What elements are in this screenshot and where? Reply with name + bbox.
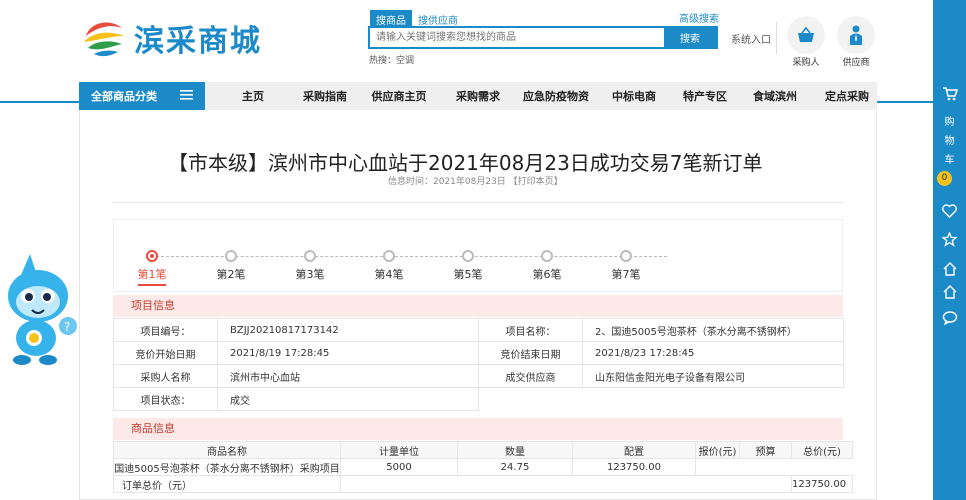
main-nav: 全部商品分类 主页 采购指南 供应商主页 采购需求 应急防疫物资 中标电商 特产… (79, 82, 877, 110)
system-entry-link[interactable]: 系统入口 (731, 31, 771, 46)
step-1[interactable]: 第1笔 (132, 250, 172, 286)
all-categories-button[interactable]: 全部商品分类 (79, 82, 205, 110)
page-title: 【市本级】滨州市中心血站于2021年08月23日成功交易7笔新订单 (168, 151, 763, 175)
cart-icon[interactable] (933, 86, 966, 105)
step-label: 第4笔 (374, 268, 404, 281)
person-icon (837, 16, 875, 54)
table-row: 采购人名称 滨州市中心血站 成交供应商 山东阳信金阳光电子设备有限公司 (113, 364, 844, 388)
nav-item-guide[interactable]: 采购指南 (277, 88, 349, 104)
nav-item-ecommerce[interactable]: 中标电商 (595, 88, 665, 104)
table-value: 2021/8/23 17:28:45 (582, 341, 844, 365)
divider (776, 22, 777, 54)
table-key: 项目编号： (113, 318, 218, 342)
svg-text:?: ? (64, 320, 70, 334)
table-row: 订单总价（元） 123750.00 (113, 475, 854, 493)
logo-icon (82, 16, 126, 60)
heart-icon[interactable] (933, 204, 966, 221)
info-time[interactable]: 信息时间：2021年08月23日 【打印本页】 (388, 174, 563, 187)
divider (112, 202, 843, 203)
buyer-label: 采购人 (792, 58, 820, 68)
order-total-label: 订单总价（元） (113, 475, 341, 493)
goods-table: 商品名称 计量单位 数量 配置 报价(元) 预算 总价(元) 国迪5005号泡茶… (113, 441, 854, 493)
right-sidebar: 购 物 车 (933, 0, 966, 500)
step-label: 第1笔 (137, 268, 167, 281)
supplier-entry[interactable]: 供应商 (834, 16, 878, 68)
table-value: 滨州市中心血站 (217, 364, 479, 388)
table-row: 项目编号： BZJJ20210817173142 项目名称： 2、国迪5005号… (113, 318, 844, 342)
table-value: 山东阳信金阳光电子设备有限公司 (582, 364, 844, 388)
step-label: 第5笔 (453, 268, 483, 281)
table-key: 竞价结束日期 (478, 341, 583, 365)
order-total-value: 123750.00 (790, 475, 854, 493)
cart-label[interactable]: 购 物 车 (933, 113, 966, 170)
table-header-row: 商品名称 计量单位 数量 配置 报价(元) 预算 总价(元) (113, 441, 854, 459)
column-header: 计量单位 (340, 441, 458, 459)
hot-words[interactable]: 热搜：空调 (369, 53, 414, 66)
step-2[interactable]: 第2笔 (211, 250, 251, 282)
menu-icon (180, 89, 193, 103)
logo-text: 滨采商城 (134, 24, 262, 59)
step-4[interactable]: 第4笔 (369, 250, 409, 282)
cart-count-badge: 0 (937, 171, 952, 186)
nav-item-fixed-purchase[interactable]: 定点采购 (807, 88, 877, 104)
supplier-label: 供应商 (842, 58, 870, 68)
table-value: 2、国迪5005号泡茶杯（茶水分离不锈钢杯） (582, 318, 844, 342)
mascot-image[interactable]: ? (0, 252, 80, 372)
step-label: 第7笔 (611, 268, 641, 281)
project-info-table: 项目编号： BZJJ20210817173142 项目名称： 2、国迪5005号… (113, 318, 844, 411)
goods-name: 国迪5005号泡茶杯（茶水分离不锈钢杯）采购项目 (113, 458, 341, 476)
home-icon[interactable] (933, 262, 966, 279)
home-icon[interactable] (933, 285, 966, 302)
table-key: 采购人名称 (113, 364, 218, 388)
all-categories-label: 全部商品分类 (91, 90, 157, 103)
step-label: 第2笔 (216, 268, 246, 281)
nav-item-emergency[interactable]: 应急防疫物资 (507, 88, 595, 104)
table-value: 2021/8/19 17:28:45 (217, 341, 479, 365)
column-header: 配置 (572, 441, 696, 459)
step-6[interactable]: 第6笔 (527, 250, 567, 282)
table-key: 项目名称： (478, 318, 583, 342)
table-row: 项目状态： 成交 (113, 387, 844, 411)
search-box: 搜索 (368, 26, 718, 49)
nav-item-home[interactable]: 主页 (205, 88, 277, 104)
chat-icon[interactable] (933, 311, 966, 328)
step-3[interactable]: 第3笔 (290, 250, 330, 282)
table-key: 成交供应商 (478, 364, 583, 388)
star-icon[interactable] (933, 231, 966, 250)
column-header: 预算 (739, 441, 792, 459)
basket-icon (787, 16, 825, 54)
step-5[interactable]: 第5笔 (448, 250, 488, 282)
site-logo[interactable]: 滨采商城 (80, 14, 280, 62)
nav-items: 主页 采购指南 供应商主页 采购需求 应急防疫物资 中标电商 特产专区 食域滨州… (205, 82, 877, 110)
nav-item-demand[interactable]: 采购需求 (429, 88, 507, 104)
step-label: 第3笔 (295, 268, 325, 281)
table-key: 竞价开始日期 (113, 341, 218, 365)
buyer-entry[interactable]: 采购人 (784, 16, 828, 68)
column-header: 商品名称 (113, 441, 341, 459)
nav-item-supplier-home[interactable]: 供应商主页 (349, 88, 429, 104)
search-button[interactable]: 搜索 (664, 28, 716, 47)
table-value: 成交 (217, 387, 479, 411)
section-goods-info: 商品信息 (113, 418, 843, 440)
table-value: BZJJ20210817173142 (217, 318, 479, 342)
advanced-search-link[interactable]: 高级搜索 (679, 10, 719, 25)
column-header: 总价(元) (790, 441, 854, 459)
goods-quantity: 24.75 (457, 458, 573, 476)
goods-unit: 5000 (340, 458, 458, 476)
table-row: 竞价开始日期 2021/8/19 17:28:45 竞价结束日期 2021/8/… (113, 341, 844, 365)
step-7[interactable]: 第7笔 (606, 250, 646, 282)
column-header: 数量 (457, 441, 573, 459)
nav-item-specialty[interactable]: 特产专区 (665, 88, 737, 104)
nav-item-food[interactable]: 食域滨州 (737, 88, 807, 104)
search-input[interactable] (370, 28, 664, 47)
column-header: 报价(元) (695, 441, 740, 459)
step-label: 第6笔 (532, 268, 562, 281)
section-project-info: 项目信息 (113, 295, 843, 317)
goods-config: 123750.00 (572, 458, 696, 476)
table-key: 项目状态： (113, 387, 218, 411)
table-row: 国迪5005号泡茶杯（茶水分离不锈钢杯）采购项目 5000 24.75 1237… (113, 458, 853, 476)
